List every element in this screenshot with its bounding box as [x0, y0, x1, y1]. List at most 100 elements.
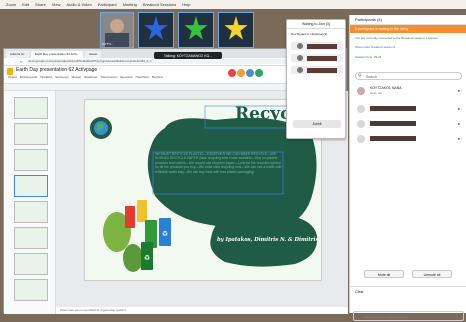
doc-title[interactable]: Earth Day presentation 62 Activpage [16, 67, 97, 73]
slide-thumbnail[interactable] [14, 149, 48, 171]
redacted-name [307, 43, 337, 49]
video-tile-host[interactable]: SOTTI... [100, 12, 134, 48]
menu-share[interactable]: Share [35, 2, 46, 7]
menu-meeting[interactable]: Meeting [123, 2, 137, 7]
chat-header[interactable]: Chat [350, 286, 466, 295]
slides-logo-icon [7, 68, 13, 75]
collaborator-avatars [228, 69, 264, 77]
docs-menu-item[interactable]: Επεξεργασία [20, 75, 37, 79]
slide-thumbnail[interactable] [14, 279, 48, 301]
slide-thumbnail-selected[interactable] [14, 175, 48, 197]
slide-thumbnails [4, 91, 56, 314]
video-tile-green-star[interactable] [178, 12, 214, 48]
star-icon [184, 16, 208, 40]
avatar[interactable] [246, 69, 254, 77]
participants-panel: Participants (4) 1 participant is waitin… [349, 15, 466, 321]
video-strip: SOTTI... [100, 12, 260, 48]
not-signed-label[interactable]: Not Signed In / External (3) [291, 32, 327, 36]
waiting-person[interactable] [291, 42, 343, 50]
menu-edit[interactable]: Edit [22, 2, 29, 7]
docs-menu-item[interactable]: Προβολή [40, 75, 52, 79]
avatar [297, 55, 303, 61]
menu-audio-video[interactable]: Audio & Video [66, 2, 91, 7]
leaf-decoration [123, 244, 143, 272]
menu-breakout[interactable]: Breakout Sessions [143, 2, 176, 7]
slide-thumbnail[interactable] [14, 253, 48, 275]
menu-help[interactable]: Help [182, 2, 190, 7]
participant-row[interactable]: ΚΟΥΤΣΑΚΟΣ ΝΑΝΑ Host, me ● [350, 85, 466, 97]
slide-thumbnail[interactable] [14, 97, 48, 119]
reload-icon[interactable]: ↻ [20, 60, 23, 64]
mic-icon[interactable]: ● [458, 88, 460, 93]
menu-view[interactable]: View [52, 2, 61, 7]
mic-icon[interactable]: ● [458, 136, 460, 141]
video-tile-yellow-star[interactable] [218, 12, 254, 48]
docs-menu-item[interactable]: Εργαλεία [120, 75, 132, 79]
avatar [357, 135, 365, 143]
host-face [110, 19, 124, 33]
avatar [297, 43, 303, 49]
waiting-banner[interactable]: 1 participant is waiting in the lobby [350, 25, 466, 33]
admit-button[interactable]: Admit [293, 120, 341, 128]
breakout-status: You are currently connected to the Break… [355, 36, 439, 40]
avatar [357, 87, 365, 95]
avatar[interactable] [255, 69, 263, 77]
browser-tab[interactable]: Reset [85, 51, 102, 58]
docs-menu: Αρχείο Επεξεργασία Προβολή Εισαγωγή Μορφ… [8, 75, 163, 79]
redacted-name [370, 136, 416, 141]
star-icon [144, 16, 168, 40]
avatar[interactable] [228, 69, 236, 77]
slide-thumbnail[interactable] [14, 201, 48, 223]
slide-thumbnail[interactable] [14, 123, 48, 145]
slide-thumbnail[interactable] [14, 227, 48, 249]
video-tile-label: SOTTI... [102, 42, 114, 46]
docs-menu-item[interactable]: Πρόσθετα [136, 75, 149, 79]
participant-role: Host, me [370, 91, 383, 95]
docs-menu-item[interactable]: Βοήθεια [152, 75, 163, 79]
redacted-name [370, 121, 416, 126]
unmute-all-button[interactable]: Unmute all [412, 270, 452, 278]
bin-red [125, 206, 135, 228]
docs-menu-item[interactable]: Μορφή [72, 75, 82, 79]
docs-menu-item[interactable]: Αρχείο [8, 75, 17, 79]
participants-header: Participants (4) [350, 15, 466, 25]
mic-icon[interactable]: ● [458, 106, 460, 111]
menu-zoom[interactable]: Zoom [6, 2, 16, 7]
zoom-menubar: Zoom Edit Share View Audio & Video Parti… [0, 0, 466, 9]
docs-menu-item[interactable]: Τακτοποίηση [100, 75, 117, 79]
avatar [297, 67, 303, 73]
browser-tab-active[interactable]: Earth Day presentation 62 Activ... [31, 51, 84, 58]
mic-icon[interactable]: ● [458, 121, 460, 126]
menu-participant[interactable]: Participant [98, 2, 117, 7]
redacted-name [370, 106, 416, 111]
avatar[interactable] [237, 69, 245, 77]
avatar [357, 105, 365, 113]
mute-all-button[interactable]: Mute all [364, 270, 404, 278]
slide-body-text[interactable]: WE MUST RECYCLE PLASTIC—TOGETHER WE CAN … [155, 152, 283, 194]
docs-menu-item[interactable]: Διαφάνεια [84, 75, 97, 79]
browser-tab[interactable]: Adverts Gr. [6, 51, 30, 58]
waiting-title: Waiting to Join (3) [287, 20, 345, 29]
recycle-icon: ♻ [144, 255, 150, 262]
browser-window: Adverts Gr. Earth Day presentation 62 Ac… [3, 19, 348, 314]
video-tile-blue-star[interactable] [138, 12, 174, 48]
participant-row[interactable]: ● [350, 133, 466, 145]
bin-yellow [137, 200, 147, 222]
participants-search[interactable]: Search [355, 72, 462, 80]
avatar [357, 120, 365, 128]
forward-icon[interactable]: → [14, 60, 17, 64]
waiting-person[interactable] [291, 66, 343, 74]
participant-row[interactable]: ● [350, 118, 466, 130]
participant-row[interactable]: ● [350, 103, 466, 115]
session-time: Session time: 29:41 [355, 55, 382, 59]
waiting-room-panel: Waiting to Join (3) Not Signed In / Exte… [286, 19, 346, 139]
star-icon [224, 16, 248, 40]
waiting-person[interactable] [291, 54, 343, 62]
slide-credit[interactable]: by Ipatakos, Dimitris N. & Dimitris Ts. [217, 237, 321, 243]
back-icon[interactable]: ← [8, 60, 11, 64]
recycle-icon: ♻ [162, 231, 168, 238]
talking-indicator: Talking: ΚΟΥΤΣΑΜΑΝΟΣ ΚΩ... [154, 52, 222, 59]
docs-menu-item[interactable]: Εισαγωγή [55, 75, 68, 79]
show-other-breakouts-link[interactable]: Show other breakout sessions [355, 45, 395, 49]
participant-name: ΚΟΥΤΣΑΚΟΣ ΝΑΝΑ [370, 86, 402, 90]
